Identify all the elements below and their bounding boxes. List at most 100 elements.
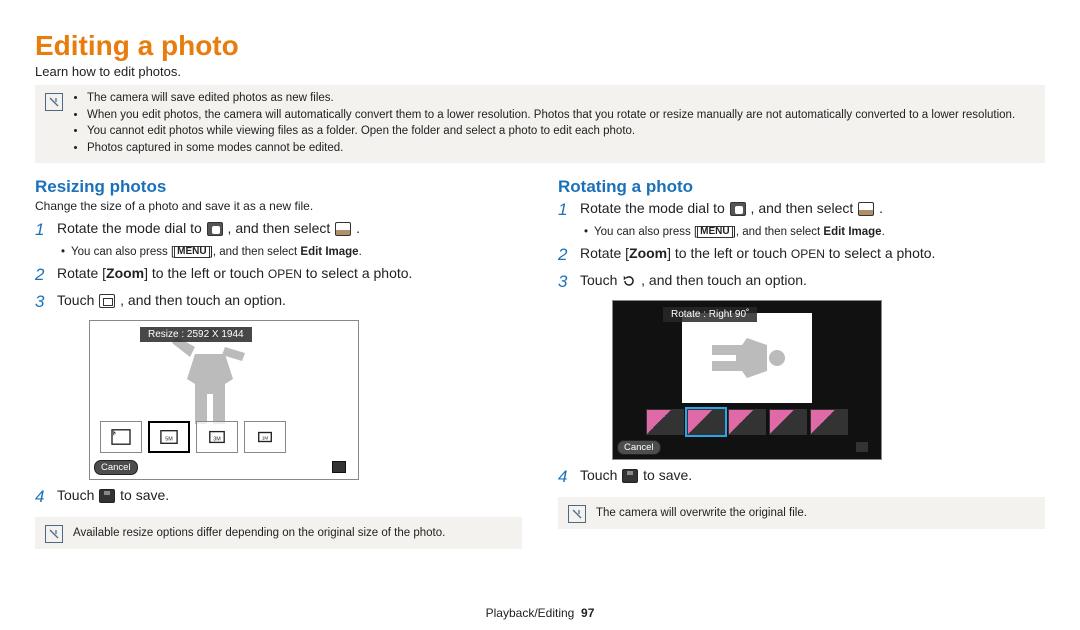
text-fragment: OPEN — [791, 247, 825, 261]
step-number: 4 — [558, 466, 572, 489]
rotate-thumbnail — [769, 409, 807, 435]
text-fragment: ], and then select — [733, 226, 824, 238]
rotate-screenshot: Rotate : Right 90˚ Cancel — [612, 300, 882, 460]
text-fragment: , and then touch an option. — [120, 292, 286, 308]
step-text: Rotate [Zoom] to the left or touch OPEN … — [57, 264, 412, 283]
step-text: Touch to save. — [580, 466, 692, 485]
mode-dial-icon — [207, 222, 223, 236]
rotate-note-box: The camera will overwrite the original f… — [558, 497, 1045, 529]
section-heading: Rotating a photo — [558, 177, 1045, 197]
note-text: Available resize options differ dependin… — [73, 527, 512, 539]
text-fragment: , and then select — [751, 200, 858, 216]
text-fragment: Touch — [57, 487, 98, 503]
step-text: Rotate [Zoom] to the left or touch OPEN … — [580, 244, 935, 263]
screenshot-caption: Resize : 2592 X 1944 — [140, 327, 252, 342]
text-fragment: , and then select — [228, 220, 335, 236]
page-footer: Playback/Editing 97 — [0, 606, 1080, 620]
menu-button-icon: MENU — [174, 246, 209, 258]
step-number: 2 — [558, 244, 572, 267]
resize-note-box: Available resize options differ dependin… — [35, 517, 522, 549]
step-4: 4 Touch to save. — [558, 466, 1045, 489]
text-fragment: Rotate [ — [57, 265, 106, 281]
save-indicator-icon — [332, 461, 346, 473]
resize-option: 1M — [244, 421, 286, 453]
resize-option-selected: 5M — [148, 421, 190, 453]
mode-dial-icon — [730, 202, 746, 216]
text-fragment: Zoom — [106, 265, 144, 281]
section-heading: Resizing photos — [35, 177, 522, 197]
page-subtitle: Learn how to edit photos. — [35, 64, 1045, 79]
top-note-box: The camera will save edited photos as ne… — [35, 85, 1045, 163]
text-fragment: Edit Image — [300, 246, 358, 258]
step-number: 1 — [558, 199, 572, 222]
text-fragment: OPEN — [268, 267, 302, 281]
save-icon — [99, 489, 115, 503]
step-number: 2 — [35, 264, 49, 287]
text-fragment: Touch — [580, 467, 621, 483]
step-text: Rotate the mode dial to , and then selec… — [57, 219, 360, 238]
resize-option-row: 5M 3M 1M — [100, 421, 286, 453]
rotate-thumbnail-row — [646, 409, 848, 435]
text-fragment: Edit Image — [823, 226, 881, 238]
step-number: 3 — [558, 271, 572, 294]
footer-page-number: 97 — [581, 606, 594, 620]
text-fragment: ] to the left or touch — [667, 245, 791, 261]
resize-icon — [99, 294, 115, 308]
text-fragment: Rotate [ — [580, 245, 629, 261]
svg-text:1M: 1M — [262, 436, 269, 441]
step-number: 1 — [35, 219, 49, 242]
rotate-section: Rotating a photo 1 Rotate the mode dial … — [558, 177, 1045, 563]
rotate-thumbnail-selected — [687, 409, 725, 435]
section-intro: Change the size of a photo and save it a… — [35, 199, 522, 213]
note-text: The camera will overwrite the original f… — [596, 507, 1035, 519]
edit-image-icon — [335, 222, 351, 236]
step-text: Touch to save. — [57, 486, 169, 505]
screenshot-caption: Rotate : Right 90˚ — [663, 307, 757, 322]
step-1: 1 Rotate the mode dial to , and then sel… — [558, 199, 1045, 222]
text-fragment: , and then touch an option. — [641, 272, 807, 288]
svg-text:5M: 5M — [165, 436, 173, 442]
resize-option — [100, 421, 142, 453]
text-fragment: Touch — [580, 272, 621, 288]
svg-text:3M: 3M — [213, 436, 221, 442]
step-number: 3 — [35, 291, 49, 314]
step-text: Rotate the mode dial to , and then selec… — [580, 199, 883, 218]
resize-screenshot: Resize : 2592 X 1944 5M 3M 1M Cancel — [89, 320, 359, 480]
save-indicator-icon — [855, 441, 869, 453]
note-item: You cannot edit photos while viewing fil… — [87, 124, 1015, 140]
step-2: 2 Rotate [Zoom] to the left or touch OPE… — [35, 264, 522, 287]
text-fragment: . — [356, 220, 360, 236]
step-subnote: You can also press [MENU], and then sele… — [584, 226, 1045, 238]
resize-option: 3M — [196, 421, 238, 453]
edit-image-icon — [858, 202, 874, 216]
text-fragment: Rotate the mode dial to — [580, 200, 729, 216]
text-fragment: . — [359, 246, 362, 258]
step-3: 3 Touch , and then touch an option. — [35, 291, 522, 314]
text-fragment: ] to the left or touch — [144, 265, 268, 281]
note-item: When you edit photos, the camera will au… — [87, 108, 1015, 124]
step-1: 1 Rotate the mode dial to , and then sel… — [35, 219, 522, 242]
menu-button-icon: MENU — [697, 226, 732, 238]
page-title: Editing a photo — [35, 30, 1045, 62]
note-item: The camera will save edited photos as ne… — [87, 91, 1015, 107]
note-icon — [45, 525, 63, 543]
text-fragment: Rotate the mode dial to — [57, 220, 206, 236]
rotate-thumbnail — [728, 409, 766, 435]
footer-section: Playback/Editing — [486, 606, 575, 620]
rotate-icon — [622, 274, 636, 288]
step-text: Touch , and then touch an option. — [580, 271, 807, 290]
text-fragment: to select a photo. — [825, 245, 936, 261]
top-note-list: The camera will save edited photos as ne… — [73, 91, 1015, 157]
rotate-thumbnail — [646, 409, 684, 435]
text-fragment: to save. — [120, 487, 169, 503]
text-fragment: to save. — [643, 467, 692, 483]
text-fragment: Touch — [57, 292, 98, 308]
text-fragment: ], and then select — [210, 246, 301, 258]
step-subnote: You can also press [MENU], and then sele… — [61, 246, 522, 258]
text-fragment: You can also press [ — [71, 246, 174, 258]
step-text: Touch , and then touch an option. — [57, 291, 286, 310]
step-4: 4 Touch to save. — [35, 486, 522, 509]
text-fragment: Zoom — [629, 245, 667, 261]
step-number: 4 — [35, 486, 49, 509]
text-fragment: . — [879, 200, 883, 216]
